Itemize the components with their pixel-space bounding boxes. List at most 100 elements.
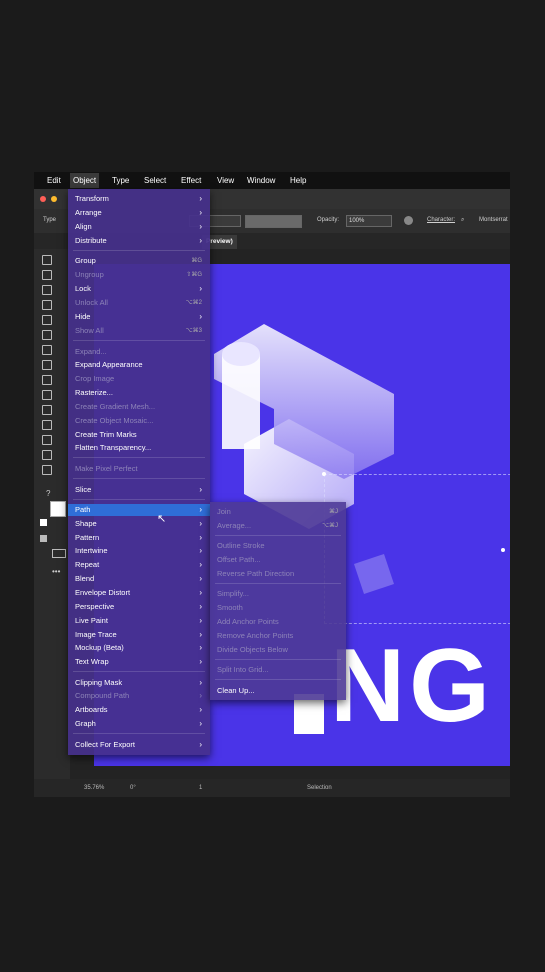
menu-item-label: Join (217, 507, 231, 516)
chevron-right-icon: › (199, 519, 202, 528)
menu-item-transform[interactable]: Transform › (68, 193, 210, 205)
menu-select[interactable]: Select (144, 176, 166, 185)
color-swatch-field[interactable] (245, 215, 302, 228)
pen-tool-icon[interactable] (42, 285, 52, 295)
rectangle-tool-icon[interactable] (42, 315, 52, 325)
minimize-window-button[interactable] (51, 196, 57, 202)
screen-mode-icon[interactable] (52, 549, 66, 558)
menu-item-repeat[interactable]: Repeat › (68, 559, 210, 571)
gradient-tool-icon[interactable] (42, 405, 52, 415)
menu-item-group[interactable]: Group ⌘G (68, 255, 210, 267)
default-colors-icon[interactable] (40, 519, 47, 526)
menu-item-mockup-beta[interactable]: Mockup (Beta) › (68, 642, 210, 654)
opacity-field[interactable]: 100% (346, 215, 392, 227)
graph-tool-icon[interactable] (42, 435, 52, 445)
menu-item-clipping-mask[interactable]: Clipping Mask › (68, 677, 210, 689)
menu-item-label: Live Paint (75, 616, 108, 625)
artboard-number[interactable]: 1 (199, 785, 202, 791)
menu-item-expand-appearance[interactable]: Expand Appearance (68, 359, 210, 371)
menu-item-clean-up[interactable]: Clean Up... (210, 685, 346, 697)
mesh-tool-icon[interactable] (42, 390, 52, 400)
menu-item-label: Add Anchor Points (217, 617, 279, 626)
recolor-icon[interactable] (404, 216, 413, 225)
selection-tool-icon[interactable] (42, 255, 52, 265)
menu-item-label: Text Wrap (75, 657, 109, 666)
menu-item-image-trace[interactable]: Image Trace › (68, 629, 210, 641)
zoom-level[interactable]: 35.76% (84, 785, 104, 791)
eyedropper-tool-icon[interactable] (42, 420, 52, 430)
menu-item-label: Split Into Grid... (217, 665, 269, 674)
menu-separator (215, 679, 341, 680)
menu-item-arrange[interactable]: Arrange › (68, 207, 210, 219)
menu-item-collect-for-export[interactable]: Collect For Export › (68, 739, 210, 751)
pencil-tool-icon[interactable] (42, 330, 52, 340)
menu-edit[interactable]: Edit (47, 176, 61, 185)
menu-item-path[interactable]: Path › (68, 504, 210, 516)
menu-effect[interactable]: Effect (181, 176, 201, 185)
more-tools-icon[interactable]: ••• (52, 567, 60, 576)
draw-mode-icon[interactable] (40, 535, 47, 542)
artboard-tool-icon[interactable] (42, 450, 52, 460)
object-menu: Transform › Arrange › Align › Distribute › Group… (68, 189, 210, 755)
chevron-right-icon: › (199, 222, 202, 231)
menu-item-blend[interactable]: Blend › (68, 573, 210, 585)
font-search-icon[interactable]: ⌕ (461, 217, 464, 224)
magic-wand-tool-icon[interactable] (42, 270, 52, 280)
character-label[interactable]: Character: (427, 217, 455, 223)
rotation-value[interactable]: 0° (130, 785, 136, 791)
selection-handle[interactable] (322, 472, 326, 476)
menu-item-label: Transform (75, 194, 109, 203)
menu-separator (73, 478, 205, 479)
menu-item-pattern[interactable]: Pattern › (68, 532, 210, 544)
chevron-right-icon: › (199, 560, 202, 569)
menu-view[interactable]: View (217, 176, 234, 185)
menu-item-label: Intertwine (75, 546, 108, 555)
menu-item-live-paint[interactable]: Live Paint › (68, 615, 210, 627)
menu-separator (73, 733, 205, 734)
menu-item-label: Graph (75, 719, 96, 728)
fill-swatch-icon[interactable] (50, 501, 66, 517)
menu-help[interactable]: Help (290, 176, 306, 185)
menu-item-rasterize[interactable]: Rasterize... (68, 387, 210, 399)
chevron-right-icon: › (199, 705, 202, 714)
width-tool-icon[interactable] (42, 360, 52, 370)
rotate-tool-icon[interactable] (42, 345, 52, 355)
menu-item-lock[interactable]: Lock › (68, 283, 210, 295)
menu-type[interactable]: Type (112, 176, 129, 185)
menu-item-label: Create Gradient Mesh... (75, 402, 156, 411)
selection-handle[interactable] (501, 548, 505, 552)
chevron-right-icon: › (199, 588, 202, 597)
menu-item-hide[interactable]: Hide › (68, 311, 210, 323)
menu-item-shape[interactable]: Shape › (68, 518, 210, 530)
menu-item-perspective[interactable]: Perspective › (68, 601, 210, 613)
menu-item-text-wrap[interactable]: Text Wrap › (68, 656, 210, 668)
menu-item-label: Clean Up... (217, 686, 255, 695)
menu-item-show-all: Show All ⌥⌘3 (68, 325, 210, 337)
font-family-field[interactable]: Montserrat (479, 217, 508, 223)
menu-separator (215, 583, 341, 584)
menu-object[interactable]: Object (70, 173, 100, 188)
menu-item-slice[interactable]: Slice › (68, 484, 210, 496)
close-window-button[interactable] (40, 196, 46, 202)
menu-item-label: Clipping Mask (75, 678, 123, 687)
menu-item-distribute[interactable]: Distribute › (68, 235, 210, 247)
help-icon[interactable]: ? (46, 489, 50, 498)
menu-item-align[interactable]: Align › (68, 221, 210, 233)
menu-item-intertwine[interactable]: Intertwine › (68, 545, 210, 557)
menu-item-envelope-distort[interactable]: Envelope Distort › (68, 587, 210, 599)
tools-panel: ? ••• (36, 251, 68, 591)
shortcut-label: ⌘G (191, 258, 202, 264)
shortcut-label: ⌥⌘J (322, 523, 338, 529)
menu-item-create-object-mosaic: Create Object Mosaic... (68, 415, 210, 427)
menu-window[interactable]: Window (247, 176, 275, 185)
shortcut-label: ⌘J (329, 509, 338, 515)
selection-bounding-box[interactable] (324, 474, 510, 624)
type-tool-icon[interactable] (42, 300, 52, 310)
shape-builder-tool-icon[interactable] (42, 375, 52, 385)
menu-item-label: Path (75, 505, 91, 514)
zoom-tool-icon[interactable] (42, 465, 52, 475)
menu-item-create-trim-marks[interactable]: Create Trim Marks (68, 429, 210, 441)
menu-item-graph[interactable]: Graph › (68, 718, 210, 730)
menu-item-artboards[interactable]: Artboards › (68, 704, 210, 716)
menu-item-flatten-transparency[interactable]: Flatten Transparency... (68, 442, 210, 454)
